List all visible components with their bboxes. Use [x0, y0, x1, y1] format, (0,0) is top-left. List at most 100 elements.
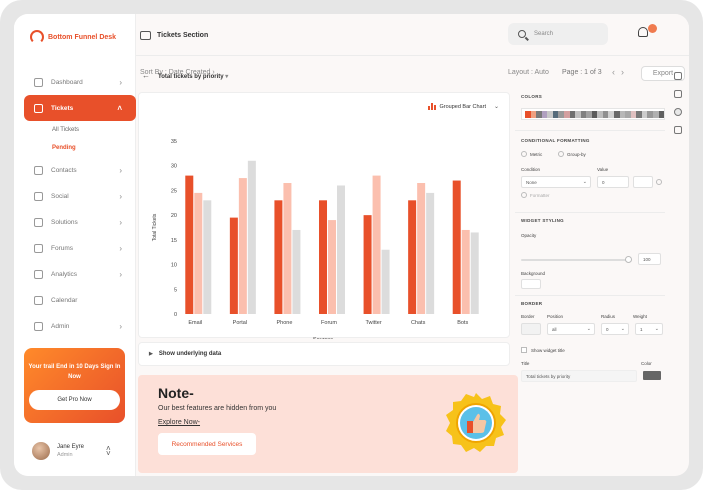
weight-value: 1 — [640, 326, 643, 332]
widget-styling-heading: WIDGET STYLING — [521, 218, 564, 223]
border-col-label: Border — [521, 314, 535, 319]
x-tick-label: Phone — [276, 320, 292, 326]
get-pro-button[interactable]: Get Pro Now — [29, 390, 120, 410]
avatar — [32, 442, 50, 460]
solutions-icon — [34, 217, 43, 227]
y-tick-label: 20 — [171, 213, 177, 219]
sidebar-item-calendar[interactable]: Calendar — [24, 287, 136, 313]
notifications-button[interactable] — [636, 24, 657, 42]
opacity-input[interactable]: 100 — [638, 253, 661, 265]
recommended-services-button[interactable]: Recommended Services — [158, 433, 256, 455]
chevron-right-icon: › — [119, 243, 122, 253]
bar — [194, 192, 203, 314]
bar — [408, 200, 417, 314]
condition-label: Condition — [521, 167, 541, 172]
sidebar-item-contacts[interactable]: Contacts › — [24, 157, 136, 183]
underlying-label: Show underlying data — [158, 351, 222, 357]
y-tick-label: 5 — [174, 287, 177, 293]
headset-logo-icon — [30, 30, 44, 44]
bar — [461, 229, 470, 314]
metric-radio[interactable] — [521, 151, 527, 157]
search-input[interactable]: Search — [508, 23, 608, 45]
condition-value: None — [526, 179, 537, 185]
color-col-label: Color — [641, 361, 652, 366]
y-tick-label: 35 — [171, 139, 177, 145]
app-name: Bottom Funnel Desk — [48, 33, 117, 41]
sidebar-item-label: Social — [51, 192, 69, 200]
forums-icon — [34, 243, 43, 253]
section-title[interactable]: Total tickets by priority ▾ — [158, 73, 228, 80]
y-tick-label: 10 — [171, 263, 177, 269]
sidebar-item-dashboard[interactable]: Dashboard › — [24, 69, 136, 95]
radius-value: 0 — [606, 326, 609, 332]
bar — [292, 229, 301, 314]
promo-text: Your trail End in 10 Days Sign In Now — [28, 364, 121, 380]
ticket-icon — [34, 103, 43, 113]
settings-rail — [672, 72, 686, 144]
filter-icon[interactable] — [674, 72, 682, 80]
chevron-right-icon: › — [119, 165, 122, 175]
back-arrow-icon[interactable]: ← — [142, 71, 150, 80]
explore-now-link[interactable]: Explore Now- — [158, 419, 200, 426]
chevron-right-icon: › — [659, 111, 661, 117]
bar — [426, 192, 435, 314]
chart-panel: 0 5 10 15 20 25 30 35 Email Portal Phone Forum Twitt… — [138, 92, 510, 339]
color-palette-select[interactable]: › — [521, 108, 665, 120]
expand-collapse-icon[interactable]: ˄ ˅ — [106, 445, 111, 458]
opacity-slider[interactable] — [521, 256, 632, 263]
note-heading: Note- — [158, 385, 194, 401]
sidebar-item-admin[interactable]: Admin › — [24, 313, 136, 339]
bar — [372, 175, 381, 314]
app-logo[interactable]: Bottom Funnel Desk — [30, 30, 116, 44]
weight-select[interactable]: 1 ⌄ — [635, 323, 663, 335]
sidebar-item-forums[interactable]: Forums › — [24, 235, 136, 261]
ticket-icon — [140, 31, 151, 40]
chart-type-dropdown[interactable]: Grouped Bar Chart ⌄ — [427, 103, 499, 110]
sidebar-item-label: Dashboard — [51, 78, 83, 86]
formatter-radio[interactable] — [521, 192, 527, 198]
contacts-icon — [34, 165, 43, 175]
sidebar-item-label: Analytics — [51, 270, 78, 278]
user-name: Jane Eyre — [57, 444, 85, 450]
position-select[interactable]: all ⌄ — [547, 323, 595, 335]
y-tick-label: 15 — [171, 238, 177, 244]
border-color-box[interactable] — [521, 323, 541, 335]
show-title-checkbox[interactable] — [521, 347, 527, 353]
x-tick-label: Chats — [411, 320, 426, 326]
settings-gear-icon[interactable] — [656, 179, 662, 185]
format-color-box[interactable] — [633, 176, 653, 188]
pagination-arrows[interactable]: ‹› — [612, 67, 630, 77]
groupby-radio[interactable] — [558, 151, 564, 157]
metric-label: Metric — [530, 152, 543, 157]
title-input[interactable]: Total tickets by priority — [521, 370, 637, 382]
format-icon[interactable] — [674, 90, 682, 98]
show-underlying-data-toggle[interactable]: ▶ Show underlying data — [138, 342, 510, 366]
bug-icon[interactable] — [674, 126, 682, 134]
sidebar-item-solutions[interactable]: Solutions › — [24, 209, 136, 235]
radius-col-label: Radius — [601, 314, 616, 319]
sidebar-item-analytics[interactable]: Analytics › — [24, 261, 136, 287]
sidebar-item-social[interactable]: Social › — [24, 183, 136, 209]
title-col-label: Title — [521, 361, 530, 366]
user-profile[interactable]: Jane Eyre Admin — [32, 442, 84, 460]
top-bar: Tickets Section Search — [136, 14, 689, 56]
divider — [515, 212, 665, 213]
sidebar-subitem-pending[interactable]: Pending — [24, 139, 136, 157]
note-banner: Note- Our best features are hidden from … — [138, 375, 518, 473]
sidebar-subitem-all-tickets[interactable]: All Tickets — [24, 121, 136, 139]
background-color-box[interactable] — [521, 279, 541, 289]
grouped-bar-chart: 0 5 10 15 20 25 30 35 Email Portal Phone Forum Twitt… — [152, 139, 479, 339]
condition-select[interactable]: None ⌄ — [521, 176, 591, 188]
radius-select[interactable]: 0 ⌄ — [601, 323, 629, 335]
chart-type-label: Grouped Bar Chart — [439, 103, 486, 110]
value-input[interactable]: 0 — [597, 176, 629, 188]
chevron-right-icon: › — [119, 77, 122, 87]
bar — [203, 200, 212, 314]
chevron-down-icon: ▾ — [225, 74, 229, 80]
slider-knob[interactable] — [625, 256, 632, 263]
x-tick-label: Bots — [457, 320, 468, 326]
palette-icon[interactable] — [674, 108, 682, 116]
sidebar-item-tickets[interactable]: Tickets ˄ — [24, 95, 136, 121]
bar — [470, 232, 479, 314]
title-color-swatch[interactable] — [643, 371, 661, 380]
